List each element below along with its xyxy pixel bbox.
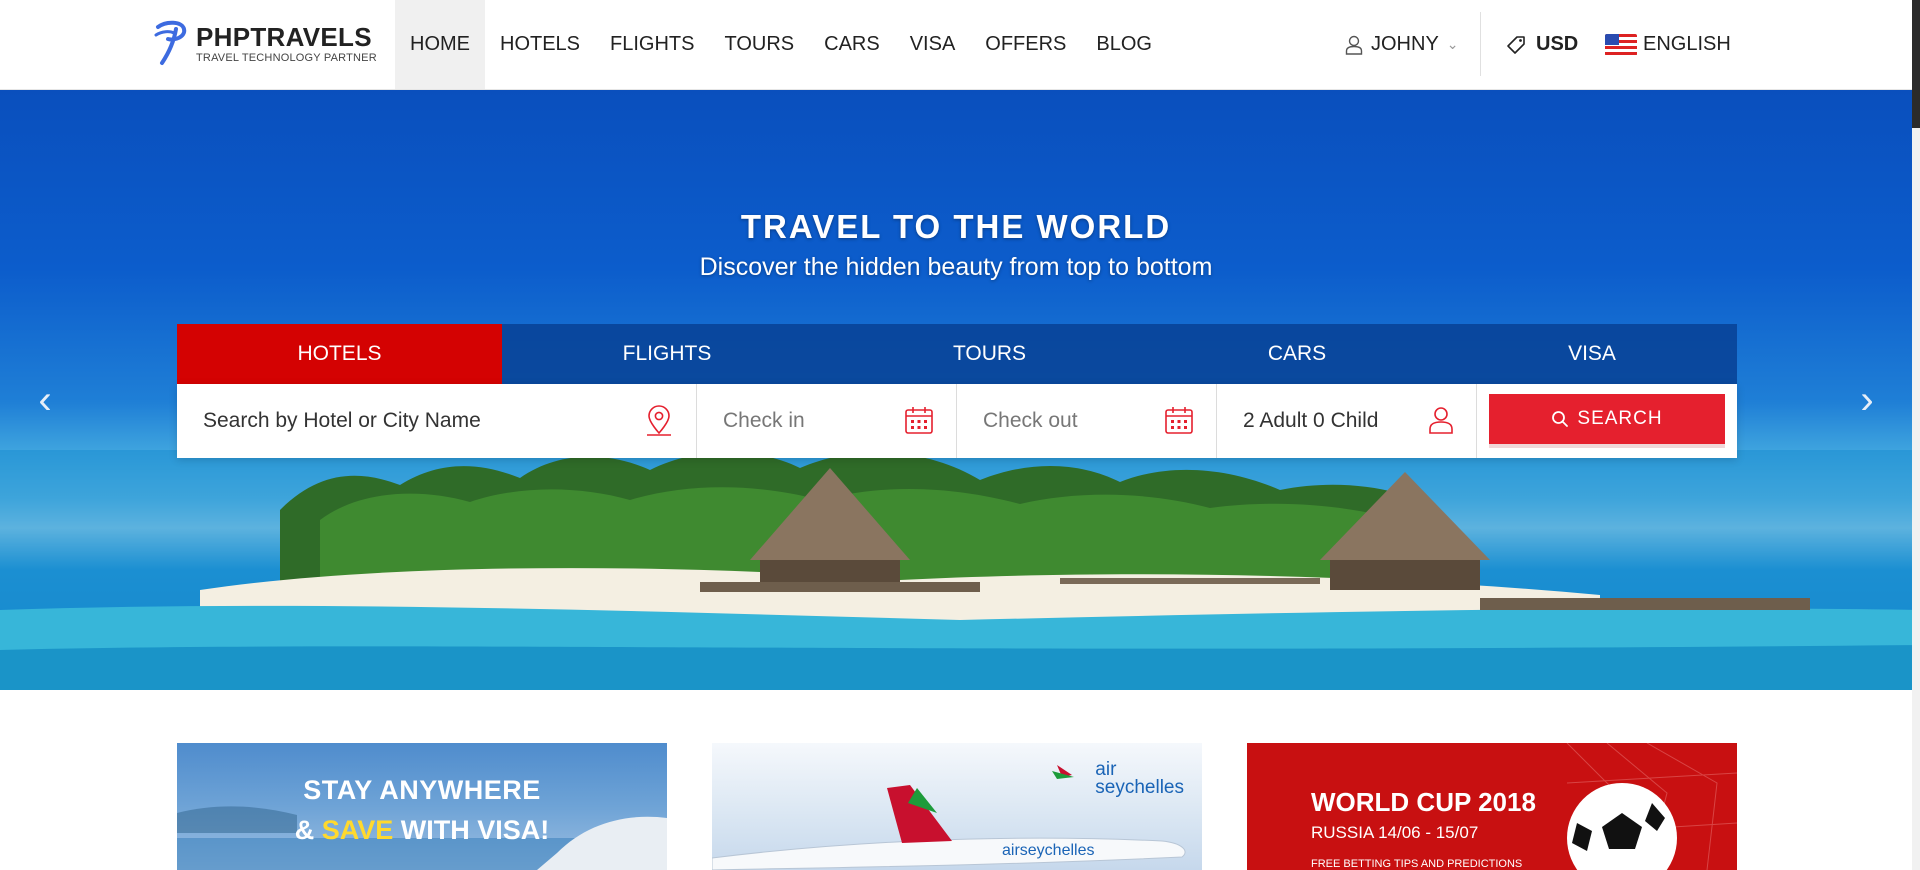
promo-air-seychelles-banner[interactable]: airseychelles air seychelles: [712, 743, 1202, 870]
hero-title: TRAVEL TO THE WORLD: [740, 208, 1172, 245]
visa-promo-highlight: SAVE: [321, 815, 394, 845]
hero-slider: TRAVEL TO THE WORLD Discover the hidden …: [0, 90, 1920, 690]
user-icon: [1429, 407, 1453, 434]
language-selector[interactable]: ENGLISH: [1605, 0, 1731, 89]
coast-image: [177, 806, 667, 870]
search-button-label: SEARCH: [1577, 408, 1663, 429]
checkin-placeholder: Check in: [723, 409, 805, 432]
chevron-left-icon[interactable]: ‹: [30, 380, 60, 420]
currency-label: USD: [1536, 33, 1579, 55]
user-icon: [1345, 35, 1363, 55]
tab-flights[interactable]: FLIGHTS: [502, 324, 832, 384]
us-flag-icon: [1605, 33, 1637, 56]
user-name: JOHNY: [1371, 33, 1439, 55]
search-button[interactable]: SEARCH: [1489, 394, 1725, 448]
language-label: ENGLISH: [1643, 33, 1731, 55]
search-icon: [1552, 411, 1569, 427]
search-button-cell: SEARCH: [1477, 384, 1737, 458]
visa-promo-amp: &: [294, 815, 322, 845]
nav-home[interactable]: HOME: [395, 0, 485, 89]
location-placeholder: Search by Hotel or City Name: [203, 409, 481, 432]
checkin-input[interactable]: Check in: [697, 384, 957, 458]
site-header: PHPTRAVELS TRAVEL TECHNOLOGY PARTNER HOM…: [0, 0, 1920, 90]
nav-cars[interactable]: CARS: [809, 0, 895, 89]
scrollbar-thumb[interactable]: [1912, 0, 1920, 128]
nav-hotels[interactable]: HOTELS: [485, 0, 595, 89]
tab-hotels[interactable]: HOTELS: [177, 324, 502, 384]
visa-promo-line2: & SAVE WITH VISA!: [177, 815, 667, 846]
nav-visa[interactable]: VISA: [895, 0, 971, 89]
air-brand-line2: seychelles: [1095, 777, 1184, 798]
visa-promo-line1: STAY ANYWHERE: [303, 775, 541, 805]
chevron-right-icon[interactable]: ›: [1852, 380, 1882, 420]
hotel-search-form: Search by Hotel or City Name Check in Ch…: [177, 384, 1737, 458]
tab-cars[interactable]: CARS: [1147, 324, 1447, 384]
chevron-down-icon: ⌄: [1446, 36, 1459, 52]
main-nav: HOME HOTELS FLIGHTS TOURS CARS VISA OFFE…: [395, 0, 1167, 89]
scrollbar-track[interactable]: [1912, 0, 1920, 870]
guests-input[interactable]: 2 Adult 0 Child: [1217, 384, 1477, 458]
nav-flights[interactable]: FLIGHTS: [595, 0, 709, 89]
user-menu[interactable]: JOHNY ⌄: [1345, 0, 1459, 89]
nav-blog[interactable]: BLOG: [1081, 0, 1167, 89]
hero-subtitle: Discover the hidden beauty from top to b…: [699, 253, 1213, 281]
promo-visa-banner[interactable]: STAY ANYWHERE & SAVE WITH VISA!: [177, 743, 667, 870]
worldcup-title: WORLD CUP 2018: [1311, 787, 1536, 817]
location-input[interactable]: Search by Hotel or City Name: [177, 384, 697, 458]
air-seychelles-logo: air seychelles: [1095, 760, 1184, 798]
visa-promo-rest: WITH VISA!: [393, 815, 550, 845]
checkout-placeholder: Check out: [983, 409, 1078, 432]
map-pin-icon: [647, 405, 671, 436]
nav-offers[interactable]: OFFERS: [970, 0, 1081, 89]
tab-tours[interactable]: TOURS: [832, 324, 1147, 384]
worldcup-dates: RUSSIA 14/06 - 15/07: [1311, 823, 1479, 842]
logo[interactable]: PHPTRAVELS TRAVEL TECHNOLOGY PARTNER: [152, 18, 377, 70]
logo-name: PHPTRAVELS: [196, 22, 372, 52]
checkout-input[interactable]: Check out: [957, 384, 1217, 458]
currency-selector[interactable]: USD: [1506, 0, 1578, 89]
nav-tours[interactable]: TOURS: [709, 0, 809, 89]
worldcup-tips: FREE BETTING TIPS AND PREDICTIONS: [1311, 858, 1523, 870]
calendar-icon: [905, 407, 933, 434]
search-tabs: HOTELS FLIGHTS TOURS CARS VISA: [177, 324, 1737, 384]
tag-icon: [1507, 35, 1525, 54]
svg-text:airseychelles: airseychelles: [1002, 842, 1094, 859]
logo-tagline: TRAVEL TECHNOLOGY PARTNER: [196, 52, 377, 64]
header-divider: [1480, 12, 1481, 76]
tab-visa[interactable]: VISA: [1447, 324, 1737, 384]
logo-mark-icon: [154, 20, 187, 65]
promo-worldcup-banner[interactable]: WORLD CUP 2018 RUSSIA 14/06 - 15/07 FREE…: [1247, 743, 1737, 870]
calendar-icon: [1165, 407, 1193, 434]
guests-value: 2 Adult 0 Child: [1243, 409, 1379, 432]
